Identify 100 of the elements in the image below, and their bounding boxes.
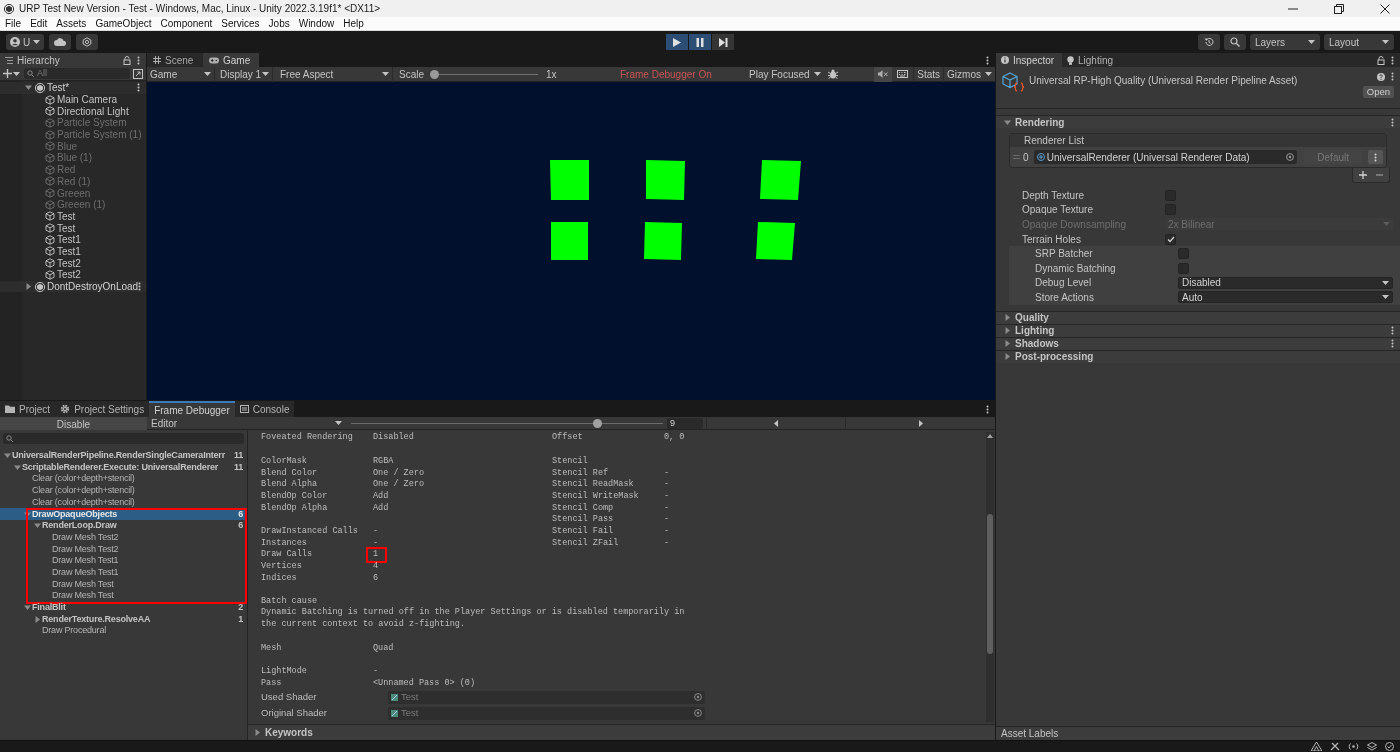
menu-item[interactable]: Window [298,17,335,30]
panel-tab[interactable]: Project Settings [55,401,150,417]
more-icon[interactable] [1391,55,1394,65]
plus-icon[interactable] [3,69,12,78]
account-dropdown[interactable]: U [6,34,45,50]
keyboard-icon[interactable] [897,70,909,78]
layout-dropdown[interactable]: Layout [1324,34,1394,50]
more-icon[interactable] [138,282,142,292]
triangle-down-icon[interactable] [1004,118,1011,126]
triangle-right-icon[interactable] [1004,353,1011,361]
panel-tab[interactable]: Frame Debugger [149,401,235,417]
more-icon[interactable] [1391,339,1394,349]
event-row[interactable]: UniversalRenderPipeline.RenderSingleCameraInterr 11 [0,450,247,462]
triangle-down-icon[interactable] [14,464,21,472]
view-tab[interactable]: Scene [147,53,203,67]
play-button[interactable] [666,34,688,50]
menu-item[interactable]: GameObject [95,17,152,30]
scene-row[interactable]: Test* [0,82,146,94]
plus-icon[interactable] [1359,171,1367,179]
search-field[interactable] [3,433,244,444]
triangle-right-icon[interactable] [1004,314,1011,322]
more-icon[interactable] [1391,326,1394,336]
layers-dropdown[interactable]: Layers [1250,34,1320,50]
panel-tab[interactable]: Project [0,401,56,417]
event-index-field[interactable]: 9 [667,417,703,429]
triangle-right-icon[interactable] [1004,327,1011,335]
inspector-tab[interactable]: Inspector [996,53,1062,67]
checkbox[interactable] [1178,248,1189,260]
more-icon[interactable] [986,404,989,414]
checkbox[interactable] [1165,233,1176,245]
event-row[interactable]: Draw Mesh Test2 [0,543,247,556]
asset-labels-header[interactable]: Asset Labels [996,726,1400,740]
mute-icon[interactable] [878,70,889,78]
open-button[interactable]: Open [1362,86,1394,98]
network-icon[interactable] [1311,742,1322,751]
event-row[interactable]: Clear (color+depth+stencil) [0,485,247,497]
view-mode-dropdown[interactable]: Game [147,66,215,82]
event-row[interactable]: RenderLoop.Draw 6 [0,520,247,532]
display-dropdown[interactable]: Display 1 [217,66,273,82]
event-row[interactable]: Draw Procedural [0,625,247,637]
aspect-dropdown[interactable]: Free Aspect [277,66,393,82]
event-row[interactable]: Clear (color+depth+stencil) [0,473,247,486]
tools-icon[interactable] [1330,742,1340,751]
event-row[interactable]: Draw Mesh Test1 [0,566,247,579]
more-icon[interactable] [1391,72,1394,81]
menu-item[interactable]: File [5,17,22,30]
play-mode-dropdown[interactable]: Play Focused [746,66,824,82]
menu-item[interactable]: Help [343,17,364,30]
event-row[interactable]: Clear (color+depth+stencil) [0,496,247,509]
history-icon[interactable] [1204,37,1214,47]
triangle-right-icon[interactable] [254,729,261,736]
more-icon[interactable] [986,55,989,65]
lock-icon[interactable] [123,55,131,65]
lock-icon[interactable] [1377,55,1385,65]
panel-tab[interactable]: Console [234,401,295,417]
broadcast-icon[interactable] [1348,742,1359,751]
triangle-down-icon[interactable] [34,522,41,530]
keywords-header[interactable]: Keywords [265,725,313,740]
pause-button[interactable] [689,34,711,50]
search-field[interactable]: All [24,68,130,79]
target-icon[interactable] [1285,153,1294,161]
triangle-right-icon[interactable] [1004,340,1011,348]
layers-icon[interactable] [1367,742,1377,751]
triangle-right-icon[interactable] [25,283,32,291]
more-icon[interactable] [137,55,140,65]
help-icon[interactable] [1377,72,1385,81]
check-circle-icon[interactable] [1385,742,1394,751]
bug-icon[interactable] [828,69,838,79]
hierarchy-tab[interactable]: Hierarchy [0,53,70,67]
menu-item[interactable]: Edit [30,17,48,30]
close-icon[interactable] [1380,3,1390,14]
inspector-tab[interactable]: Lighting [1062,53,1128,67]
event-row[interactable]: Draw Mesh Test [0,590,247,602]
triangle-down-icon[interactable] [24,604,31,612]
step-button[interactable] [712,34,734,50]
menu-item[interactable]: Jobs [268,17,290,30]
more-icon[interactable] [137,83,140,93]
triangle-down-icon[interactable] [4,452,11,460]
view-tab[interactable]: Game [203,53,259,67]
triangle-right-icon[interactable] [34,615,41,623]
scene-row[interactable]: DontDestroyOnLoad [0,280,146,293]
event-row[interactable]: RenderTexture.ResolveAA 1 [0,613,247,626]
target-dropdown[interactable]: Editor [148,416,345,430]
more-icon[interactable] [1374,152,1378,162]
hexagon-icon[interactable] [82,37,93,47]
triangle-down-icon[interactable] [25,84,32,92]
event-row[interactable]: FinalBlit 2 [0,601,247,614]
more-icon[interactable] [1391,117,1394,127]
menu-item[interactable]: Assets [56,17,87,30]
event-row[interactable]: Draw Mesh Test1 [0,555,247,567]
maximize-icon[interactable] [1334,3,1344,14]
stats-button[interactable]: Stats [913,66,944,82]
window-icon[interactable] [133,68,143,79]
drag-handle-icon[interactable] [1013,155,1020,159]
menu-item[interactable]: Services [221,17,260,30]
event-row[interactable]: Draw Mesh Test2 [0,531,247,544]
dropdown[interactable]: Disabled [1178,276,1393,289]
event-row[interactable]: Draw Mesh Test [0,578,247,591]
dropdown[interactable]: Auto [1178,291,1393,304]
menu-item[interactable]: Component [160,17,213,30]
